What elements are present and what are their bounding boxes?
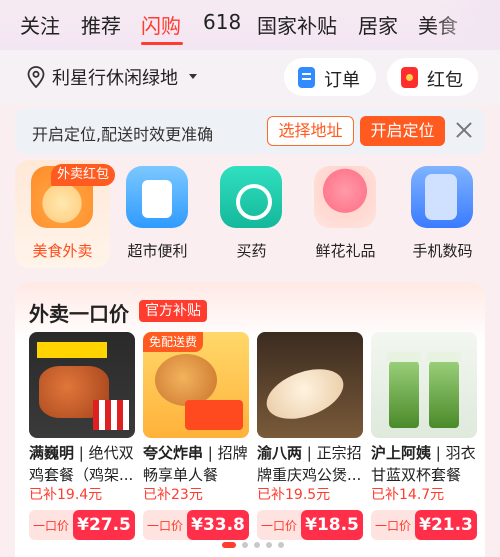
product-card[interactable]: 沪上阿姨 | 羽衣甘蓝双杯套餐 已补14.7元 一口价 ¥21.3 xyxy=(371,332,477,542)
top-navigation: 关注 推荐 闪购 618 国家补贴 居家 美食 xyxy=(0,0,500,50)
category-label: 买药 xyxy=(236,242,267,260)
location-notice-banner: 开启定位,配送时效更准确 选择地址 开启定位 xyxy=(15,108,485,154)
subsidy-text: 已补19.5元 xyxy=(257,487,331,503)
active-tab-indicator xyxy=(141,42,183,45)
subsidy-text: 已补23元 xyxy=(143,487,203,503)
price-tag: 一口价 ¥27.5 xyxy=(29,510,135,540)
enable-location-button[interactable]: 开启定位 xyxy=(360,116,445,146)
chevron-down-icon[interactable] xyxy=(189,74,197,79)
orders-label: 订单 xyxy=(324,70,360,91)
price-label: 一口价 xyxy=(147,519,184,533)
free-delivery-badge: 免配送费 xyxy=(143,332,204,352)
carousel-dot xyxy=(222,542,236,548)
product-name: 渝八两 | 正宗招牌重庆鸡公煲... xyxy=(257,444,362,484)
takeout-redpacket-badge: 外卖红包 xyxy=(51,164,116,186)
product-image: 免配送费 xyxy=(143,332,249,438)
select-address-button[interactable]: 选择地址 xyxy=(267,116,354,146)
flower-bouquet-icon xyxy=(314,166,376,228)
tab-recommend[interactable]: 推荐 xyxy=(81,10,121,39)
medicine-kit-icon xyxy=(220,166,282,228)
red-packet-label: 红包 xyxy=(427,70,463,91)
red-packet-button[interactable]: 红包 xyxy=(387,58,478,96)
category-label: 鲜花礼品 xyxy=(315,242,376,260)
category-label: 超市便利 xyxy=(127,242,188,260)
location-pin-icon xyxy=(27,66,45,88)
carousel-dot xyxy=(266,542,272,548)
product-card[interactable]: 渝八两 | 正宗招牌重庆鸡公煲... 已补19.5元 一口价 ¥18.5 xyxy=(257,332,363,542)
product-image xyxy=(257,332,363,438)
tab-618[interactable]: 618 xyxy=(203,10,241,34)
category-supermarket[interactable]: 超市便利 xyxy=(110,160,205,268)
price-label: 一口价 xyxy=(261,519,298,533)
location-name[interactable]: 利星行休闲绿地 xyxy=(52,64,178,90)
price-value: ¥18.5 xyxy=(301,510,363,540)
category-label: 美食外卖 xyxy=(32,242,93,260)
orders-button[interactable]: 订单 xyxy=(284,58,376,96)
fixed-price-promo-card: 外卖一口价 官方补贴 满巍明 | 绝代双鸡套餐（鸡架... 已补19.4元 一口… xyxy=(15,282,485,557)
close-icon[interactable] xyxy=(452,118,476,142)
carousel-dot xyxy=(254,542,260,548)
price-tag: 一口价 ¥21.3 xyxy=(371,510,477,540)
location-bar: 利星行休闲绿地 订单 红包 xyxy=(0,50,500,105)
price-tag: 一口价 ¥33.8 xyxy=(143,510,249,540)
category-food-takeout[interactable]: 外卖红包 美食外卖 xyxy=(15,160,116,268)
price-tag: 一口价 ¥18.5 xyxy=(257,510,363,540)
grocery-bag-icon xyxy=(126,166,188,228)
carousel-dot xyxy=(278,542,284,548)
subsidy-text: 已补19.4元 xyxy=(29,487,103,503)
tab-follow[interactable]: 关注 xyxy=(20,10,60,39)
official-subsidy-tag: 官方补贴 xyxy=(139,300,207,322)
price-value: ¥27.5 xyxy=(73,510,135,540)
product-name: 满巍明 | 绝代双鸡套餐（鸡架... xyxy=(29,444,134,484)
product-image xyxy=(29,332,135,438)
category-medicine[interactable]: 买药 xyxy=(204,160,299,268)
category-label: 手机数码 xyxy=(412,242,473,260)
carousel-dot xyxy=(242,542,248,548)
subsidy-text: 已补14.7元 xyxy=(371,487,445,503)
category-row: 外卖红包 美食外卖 超市便利 买药 鲜花礼品 手机数码 xyxy=(0,160,500,272)
product-name: 夸父炸串 | 招牌畅享单人餐 xyxy=(143,444,248,484)
notice-text: 开启定位,配送时效更准确 xyxy=(32,125,214,144)
price-label: 一口价 xyxy=(33,519,70,533)
phone-earbuds-icon xyxy=(411,166,473,228)
red-packet-icon xyxy=(401,67,418,88)
product-card[interactable]: 满巍明 | 绝代双鸡套餐（鸡架... 已补19.4元 一口价 ¥27.5 xyxy=(29,332,135,542)
product-card[interactable]: 免配送费 夸父炸串 | 招牌畅享单人餐 已补23元 一口价 ¥33.8 xyxy=(143,332,249,542)
product-name: 沪上阿姨 | 羽衣甘蓝双杯套餐 xyxy=(371,444,476,484)
product-image xyxy=(371,332,477,438)
tab-national-subsidy[interactable]: 国家补贴 xyxy=(257,10,337,39)
promo-title: 外卖一口价 xyxy=(29,302,129,326)
category-digital[interactable]: 手机数码 xyxy=(395,160,490,268)
order-list-icon xyxy=(298,67,315,88)
tab-home[interactable]: 居家 xyxy=(358,10,398,39)
price-label: 一口价 xyxy=(375,519,412,533)
category-flowers[interactable]: 鲜花礼品 xyxy=(298,160,393,268)
price-value: ¥33.8 xyxy=(187,510,249,540)
tab-fade-overlay xyxy=(430,0,500,50)
tab-flash-buy[interactable]: 闪购 xyxy=(141,10,181,39)
price-value: ¥21.3 xyxy=(415,510,477,540)
